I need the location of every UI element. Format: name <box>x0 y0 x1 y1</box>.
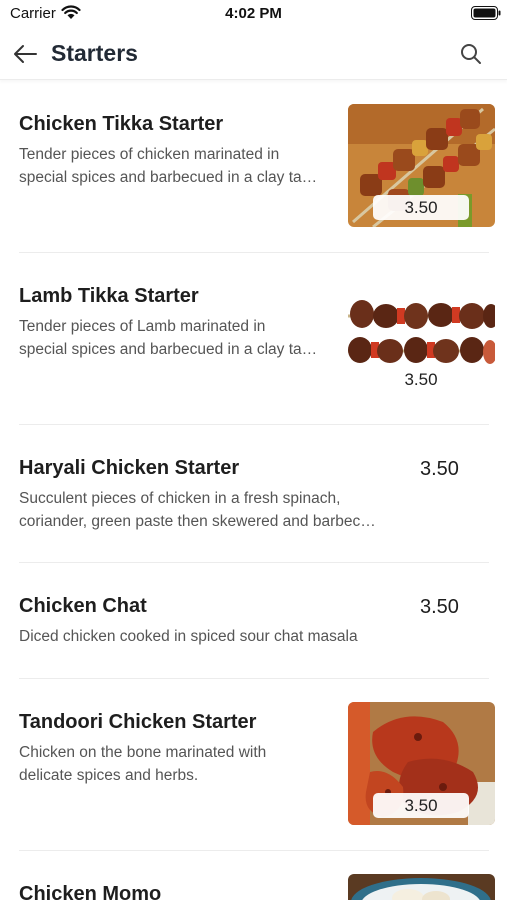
item-description-line: coriander, green paste then skewered and… <box>19 513 376 530</box>
battery-icon <box>471 6 501 20</box>
back-button[interactable] <box>10 39 40 69</box>
arrow-left-icon <box>14 45 37 63</box>
item-price: 3.50 <box>420 458 459 480</box>
price-badge: 3.50 <box>373 793 469 818</box>
menu-item[interactable]: Chicken Tikka Starter Tender pieces of c… <box>0 81 507 253</box>
page-title: Starters <box>51 40 138 66</box>
menu-item[interactable]: Tandoori Chicken Starter Chicken on the … <box>0 679 507 851</box>
item-image: 3.50 <box>348 104 495 227</box>
item-title: Tandoori Chicken Starter <box>19 711 257 733</box>
item-title: Chicken Chat <box>19 595 147 617</box>
search-button[interactable] <box>456 39 486 69</box>
search-icon <box>461 44 481 64</box>
item-image: 3.50 <box>348 276 495 399</box>
item-image <box>348 874 495 900</box>
item-description-line: special spices and barbecued in a clay t… <box>19 341 318 358</box>
item-price: 3.50 <box>420 596 459 618</box>
item-description-line: Tender pieces of chicken marinated in <box>19 146 280 163</box>
item-description-line: Diced chicken cooked in spiced sour chat… <box>19 628 358 645</box>
item-title: Chicken Momo <box>19 883 162 900</box>
item-title: Lamb Tikka Starter <box>19 285 199 307</box>
menu-item[interactable]: Chicken Chat 3.50 Diced chicken cooked i… <box>0 563 507 679</box>
item-title: Chicken Tikka Starter <box>19 113 224 135</box>
menu-item[interactable]: Lamb Tikka Starter Tender pieces of Lamb… <box>0 253 507 425</box>
nav-bar: Starters <box>0 28 507 80</box>
item-image: 3.50 <box>348 702 495 825</box>
item-description-line: Tender pieces of Lamb marinated in <box>19 318 266 335</box>
chicken-momo-bowl-image <box>348 874 495 900</box>
price-badge: 3.50 <box>373 195 469 220</box>
item-description-line: special spices and barbecued in a clay t… <box>19 169 318 186</box>
status-bar: Carrier 4:02 PM <box>0 0 507 28</box>
item-description-line: Chicken on the bone marinated with <box>19 744 267 761</box>
item-title: Haryali Chicken Starter <box>19 457 240 479</box>
menu-item[interactable]: Haryali Chicken Starter 3.50 Succulent p… <box>0 425 507 563</box>
price-badge: 3.50 <box>373 367 469 392</box>
status-time: 4:02 PM <box>225 5 282 22</box>
item-description-line: delicate spices and herbs. <box>19 767 199 784</box>
menu-item[interactable]: Chicken Momo <box>0 851 507 900</box>
item-description-line: Succulent pieces of chicken in a fresh s… <box>19 490 341 507</box>
